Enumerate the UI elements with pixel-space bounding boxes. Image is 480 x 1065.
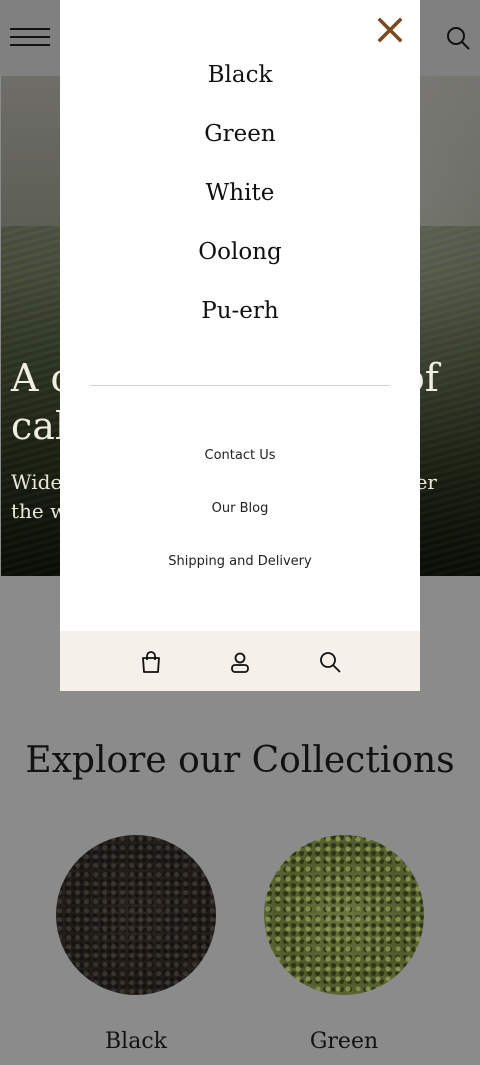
drawer-divider	[90, 385, 390, 386]
bag-icon[interactable]	[139, 650, 163, 674]
drawer-footer	[60, 631, 420, 691]
search-icon[interactable]	[445, 25, 471, 51]
account-icon[interactable]	[228, 650, 252, 674]
menu-item-white[interactable]: White	[60, 173, 420, 232]
menu-item-oolong[interactable]: Oolong	[60, 232, 420, 291]
drawer-links: Contact Us Our Blog Shipping and Deliver…	[60, 444, 420, 603]
hamburger-icon[interactable]	[10, 26, 50, 48]
black-tea-image	[56, 835, 216, 995]
collections-heading: Explore our Collections	[25, 740, 455, 781]
green-tea-image	[264, 835, 424, 995]
menu-item-pu-erh[interactable]: Pu-erh	[60, 291, 420, 350]
collection-card-green[interactable]: Green	[254, 835, 434, 1054]
close-icon[interactable]	[376, 16, 404, 44]
collection-label: Black	[105, 1029, 167, 1054]
link-our-blog[interactable]: Our Blog	[60, 497, 420, 550]
collection-card-black[interactable]: Black	[46, 835, 226, 1054]
link-shipping-delivery[interactable]: Shipping and Delivery	[60, 550, 420, 603]
menu-item-green[interactable]: Green	[60, 114, 420, 173]
link-contact-us[interactable]: Contact Us	[60, 444, 420, 497]
menu-item-black[interactable]: Black	[60, 55, 420, 114]
search-icon[interactable]	[318, 650, 342, 674]
collection-label: Green	[309, 1029, 379, 1054]
drawer-menu: Black Green White Oolong Pu-erh	[60, 55, 420, 350]
